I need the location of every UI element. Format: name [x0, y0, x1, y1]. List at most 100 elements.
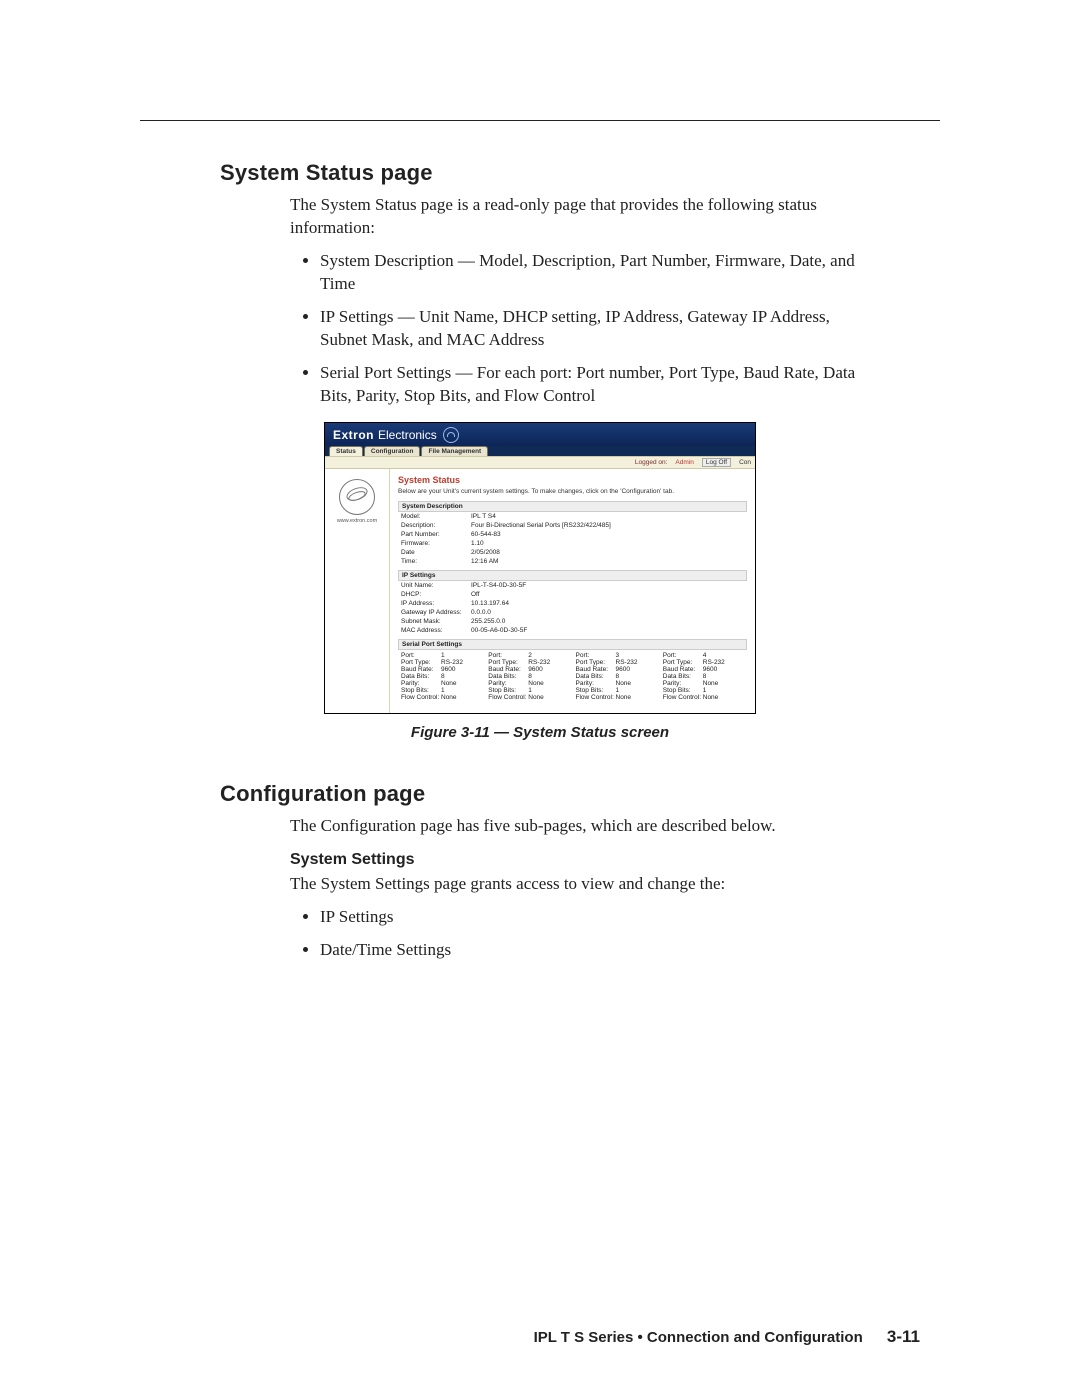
ss-brand-bar: Extron Electronics: [325, 423, 755, 446]
kv-value: 0.0.0.0: [471, 609, 744, 616]
list-item: IP Settings: [320, 906, 880, 929]
port-value: 1: [441, 687, 482, 694]
subheading-system-settings: System Settings: [290, 851, 920, 869]
list-item: Serial Port Settings — For each port: Po…: [320, 362, 880, 408]
serial-port-column: Port:3Port Type:RS-232Baud Rate:9600Data…: [576, 652, 657, 701]
port-value: 9600: [528, 666, 569, 673]
kv-label: Part Number:: [401, 531, 471, 538]
system-description-block: Model:IPL T S4Description:Four Bi-Direct…: [398, 512, 747, 566]
page-footer: IPL T S Series • Connection and Configur…: [160, 1327, 920, 1347]
port-label: Port:: [488, 652, 528, 659]
kv-value: 255.255.0.0: [471, 618, 744, 625]
serial-port-column: Port:4Port Type:RS-232Baud Rate:9600Data…: [663, 652, 744, 701]
kv-row: Description:Four Bi-Directional Serial P…: [398, 521, 747, 530]
heading-system-status-page: System Status page: [220, 160, 920, 186]
port-value: 1: [616, 687, 657, 694]
port-label: Data Bits:: [401, 673, 441, 680]
port-label: Parity:: [488, 680, 528, 687]
kv-row: Time:12:16 AM: [398, 557, 747, 566]
list-item: Date/Time Settings: [320, 939, 880, 962]
header-rule: [140, 120, 940, 121]
log-off-button[interactable]: Log Off: [702, 458, 731, 467]
port-row: Flow Control:None: [401, 694, 482, 701]
port-label: Parity:: [401, 680, 441, 687]
kv-label: Subnet Mask:: [401, 618, 471, 625]
embedded-screenshot-system-status: Extron Electronics Status Configuration …: [324, 422, 756, 714]
ss-utility-bar: Logged on: Admin Log Off Con 800.6: [325, 456, 755, 469]
port-row: Flow Control:None: [488, 694, 569, 701]
kv-row: Firmware:1.10: [398, 539, 747, 548]
kv-value: 1.10: [471, 540, 744, 547]
port-row: Flow Control:None: [663, 694, 744, 701]
paragraph-intro: The System Status page is a read-only pa…: [290, 194, 890, 240]
kv-label: DHCP:: [401, 591, 471, 598]
kv-row: Gateway IP Address:0.0.0.0: [398, 608, 747, 617]
serial-port-column: Port:1Port Type:RS-232Baud Rate:9600Data…: [401, 652, 482, 701]
port-row: Data Bits:8: [576, 673, 657, 680]
port-label: Port:: [576, 652, 616, 659]
kv-label: Gateway IP Address:: [401, 609, 471, 616]
port-row: Port Type:RS-232: [576, 659, 657, 666]
port-row: Data Bits:8: [663, 673, 744, 680]
kv-label: Time:: [401, 558, 471, 565]
port-row: Baud Rate:9600: [401, 666, 482, 673]
serial-port-column: Port:2Port Type:RS-232Baud Rate:9600Data…: [488, 652, 569, 701]
kv-row: Unit Name:IPL-T-S4-0D-30-5F: [398, 581, 747, 590]
footer-text: IPL T S Series • Connection and Configur…: [534, 1329, 863, 1346]
kv-value: 60-544-83: [471, 531, 744, 538]
port-label: Stop Bits:: [663, 687, 703, 694]
port-value: 1: [441, 652, 482, 659]
port-row: Parity:None: [401, 680, 482, 687]
port-row: Baud Rate:9600: [663, 666, 744, 673]
logged-on-label: Logged on:: [635, 459, 668, 466]
port-label: Baud Rate:: [488, 666, 528, 673]
globe-icon: [339, 479, 375, 515]
port-label: Data Bits:: [488, 673, 528, 680]
block-header-system-description: System Description: [398, 501, 747, 512]
port-row: Baud Rate:9600: [488, 666, 569, 673]
port-value: None: [616, 680, 657, 687]
brand-electronics: Electronics: [378, 428, 437, 442]
port-row: Parity:None: [663, 680, 744, 687]
tab-status[interactable]: Status: [329, 446, 363, 456]
ss-tab-row: Status Configuration File Management: [325, 446, 755, 456]
port-row: Stop Bits:1: [663, 687, 744, 694]
kv-value: Four Bi-Directional Serial Ports [RS232/…: [471, 522, 744, 529]
port-label: Parity:: [663, 680, 703, 687]
system-settings-list: IP Settings Date/Time Settings: [320, 906, 880, 962]
kv-row: DHCP:Off: [398, 590, 747, 599]
port-value: 9600: [703, 666, 744, 673]
kv-row: MAC Address:00-05-A6-0D-30-5F: [398, 626, 747, 635]
port-label: Port:: [663, 652, 703, 659]
paragraph-system-settings: The System Settings page grants access t…: [290, 873, 890, 896]
logged-on-user: Admin: [675, 459, 693, 466]
port-row: Port:2: [488, 652, 569, 659]
port-value: 9600: [616, 666, 657, 673]
block-header-serial-port-settings: Serial Port Settings: [398, 639, 747, 650]
port-label: Baud Rate:: [663, 666, 703, 673]
kv-label: Description:: [401, 522, 471, 529]
port-label: Flow Control:: [488, 694, 528, 701]
kv-row: IP Address:10.13.197.64: [398, 599, 747, 608]
ss-sidebar: www.extron.com: [325, 469, 390, 713]
port-row: Flow Control:None: [576, 694, 657, 701]
port-row: Data Bits:8: [401, 673, 482, 680]
kv-row: Model:IPL T S4: [398, 512, 747, 521]
port-label: Data Bits:: [663, 673, 703, 680]
document-page: System Status page The System Status pag…: [0, 0, 1080, 1397]
port-value: None: [441, 680, 482, 687]
tab-file-management[interactable]: File Management: [421, 446, 488, 456]
brand-extron: Extron: [333, 428, 374, 442]
kv-label: Firmware:: [401, 540, 471, 547]
port-value: 1: [528, 687, 569, 694]
port-row: Port:4: [663, 652, 744, 659]
port-value: RS-232: [616, 659, 657, 666]
port-value: None: [441, 694, 482, 701]
tab-configuration[interactable]: Configuration: [364, 446, 421, 456]
kv-label: IP Address:: [401, 600, 471, 607]
port-row: Data Bits:8: [488, 673, 569, 680]
block-header-ip-settings: IP Settings: [398, 570, 747, 581]
contact-link[interactable]: Con: [739, 459, 751, 466]
sidebar-url[interactable]: www.extron.com: [327, 518, 387, 524]
ip-settings-block: Unit Name:IPL-T-S4-0D-30-5FDHCP:OffIP Ad…: [398, 581, 747, 635]
